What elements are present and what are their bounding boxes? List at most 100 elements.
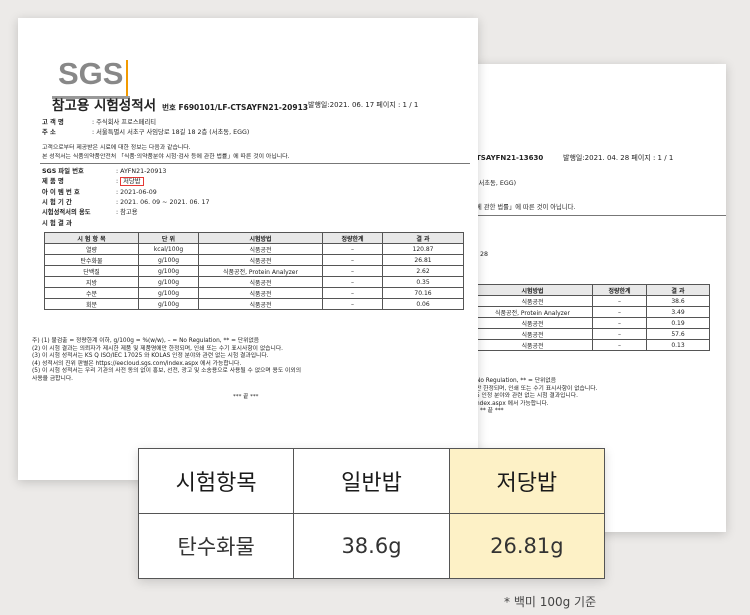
column-header: 시 험 항 목 [44,232,139,244]
table-cell: 식품공전 [472,328,593,340]
comparison-value-lowsugar: 26.81g [448,513,606,579]
table-cell: 식품공전 [472,339,593,351]
back-address-fragment: (서초동, EGG) [476,180,517,187]
comparison-value-regular: 38.6g [293,513,450,579]
table-cell: – [322,276,383,288]
column-header: 정량한계 [592,284,647,296]
table-row: 식품공전 – 0.19 [472,317,710,329]
column-header: 결 과 [382,232,464,244]
address-row: 주 소 : 서울특별시 서초구 사임당로 18길 18 2층 (서초동, EGG) [42,129,249,137]
field-row: 아 이 템 번 호 : 2021-06-09 [42,189,157,197]
back-report-number: TSAYFN21-13630 [476,154,544,162]
comparison-row: 탄수화물 38.6g 26.81g [137,513,606,579]
table-cell: – [322,254,383,266]
report-meta: 발행일:2021. 06. 17 페이지 : 1 / 1 [308,101,419,109]
column-header: 시험방법 [198,232,323,244]
table-row: 식품공전 – 57.6 [472,328,710,340]
table-cell: 0.13 [646,339,710,351]
divider [40,163,470,164]
back-law-fragment: 에 관한 법률」에 따른 것이 아닙니다. [476,204,576,211]
table-cell: 식품공전 [472,317,593,329]
table-cell: 식품공전, Protein Analyzer [198,265,323,277]
notice-line: 고객으로부터 제공받은 시료에 대한 정보는 다음과 같습니다. [42,145,191,151]
report-number: 번호 F690101/LF-CTSAYFN21-20913 [162,103,309,112]
client-row: 고 객 명 : 주식회사 프로스페리티 [42,119,156,127]
comparison-header-lowsugar: 저당밥 [448,448,606,514]
table-cell: 3.49 [646,306,710,318]
table-cell: g/100g [138,254,199,266]
table-cell: – [322,298,383,310]
field-value: : 2021. 06. 09 ~ 2021. 06. 17 [116,199,210,206]
field-row: SGS 파일 번호 : AYFN21-20913 [42,168,166,176]
client-label: 고 객 명 [42,119,64,126]
address-label: 주 소 [42,129,56,136]
note-line: (3) 이 시험 성적서는 KS Q ISO/IEC 17025 와 KOLAS… [32,353,269,360]
title-text: 참고용 시험성적서 [52,98,157,114]
table-cell: kcal/100g [138,243,199,255]
table-cell: g/100g [138,287,199,299]
note-line: 주) (1) 불검출 = 정량한계 이하, g/100g = %(w/w), –… [32,338,260,344]
results-heading: 시 험 결 과 [42,220,72,227]
comparison-header-regular: 일반밥 [293,448,450,514]
table-row: 단백질 g/100g 식품공전, Protein Analyzer – 2.62 [44,265,464,277]
divider [468,215,726,216]
notice-line: 본 성적서는 식품의약품안전처 「식품·의약품분야 시험·검사 등에 관한 법률… [42,154,290,160]
field-value: : 참고용 [116,209,138,216]
footnote: * 백미 100g 기준 [504,595,597,609]
table-cell: 식품공전 [472,295,593,307]
table-cell: 2.62 [382,265,464,277]
note-line: ** 끝 *** [480,408,504,415]
table-cell: 수분 [44,287,139,299]
field-row: 제 품 명: 저당밥 [42,177,144,186]
table-row: 탄수화물 g/100g 식품공전 – 26.81 [44,254,464,266]
table-cell: 0.06 [382,298,464,310]
table-row: 회분 g/100g 식품공전 – 0.06 [44,298,464,310]
field-value: : AYFN21-20913 [116,168,167,175]
table-cell: g/100g [138,298,199,310]
document-title: 참고용 시험성적서 번호 F690101/LF-CTSAYFN21-20913 [52,94,308,114]
table-row: 지방 g/100g 식품공전 – 0.35 [44,276,464,288]
field-row: 시 험 기 간: 2021. 06. 09 ~ 2021. 06. 17 [42,199,210,207]
client-value: : 주식회사 프로스페리티 [92,119,157,126]
back-report-meta: 발행일:2021. 04. 28 페이지 : 1 / 1 [563,154,674,162]
table-cell: g/100g [138,276,199,288]
table-cell: 탄수화물 [44,254,139,266]
table-cell: – [592,328,647,340]
table-cell: 열량 [44,243,139,255]
note-line: (5) 이 시험 성적서는 우리 기관의 사전 동의 없이 홍보, 선전, 광고… [32,368,302,375]
column-header: 정량한계 [322,232,383,244]
table-cell: 식품공전 [198,254,323,266]
column-header: 단 위 [138,232,199,244]
table-cell: 식품공전 [198,298,323,310]
field-label: SGS 파일 번호 [42,168,84,175]
back-date-fragment: 28 [480,251,489,258]
address-value: : 서울특별시 서초구 사임당로 18길 18 2층 (서초동, EGG) [92,129,250,136]
table-cell: – [322,287,383,299]
comparison-row-label: 탄수화물 [137,513,295,579]
results-table: 시 험 항 목 단 위 시험방법 정량한계 결 과 열량 kcal/100g 식… [44,232,464,310]
table-row: 식품공전, Protein Analyzer – 3.49 [472,306,710,318]
table-cell: 26.81 [382,254,464,266]
field-label: 제 품 명 [42,178,64,185]
table-cell: 70.16 [382,287,464,299]
field-label: 아 이 템 번 호 [42,189,80,196]
comparison-header-item: 시험항목 [137,448,295,514]
report-notes: 주) (1) 불검출 = 정량한계 이하, g/100g = %(w/w), –… [32,338,301,384]
back-notes: No Regulation, ** = 단위없음 만 한정되며, 인쇄 또는 수… [476,378,597,416]
field-row: 시험성적서의 용도: 참고용 [42,209,138,217]
table-cell: 식품공전 [198,276,323,288]
table-cell: 지방 [44,276,139,288]
field-value: : [116,178,119,185]
table-cell: 회분 [44,298,139,310]
table-cell: – [592,339,647,351]
table-row: 수분 g/100g 식품공전 – 70.16 [44,287,464,299]
table-cell: – [592,306,647,318]
note-line: No Regulation, ** = 단위없음 [476,378,557,384]
front-report-page: SGS 참고용 시험성적서 번호 F690101/LF-CTSAYFN21-209… [18,18,478,480]
table-row: 열량 kcal/100g 식품공전 – 120.87 [44,243,464,255]
table-cell: – [322,243,383,255]
table-cell: 0.35 [382,276,464,288]
table-cell: 0.19 [646,317,710,329]
table-cell: 57.6 [646,328,710,340]
field-value: : 2021-06-09 [116,189,157,196]
